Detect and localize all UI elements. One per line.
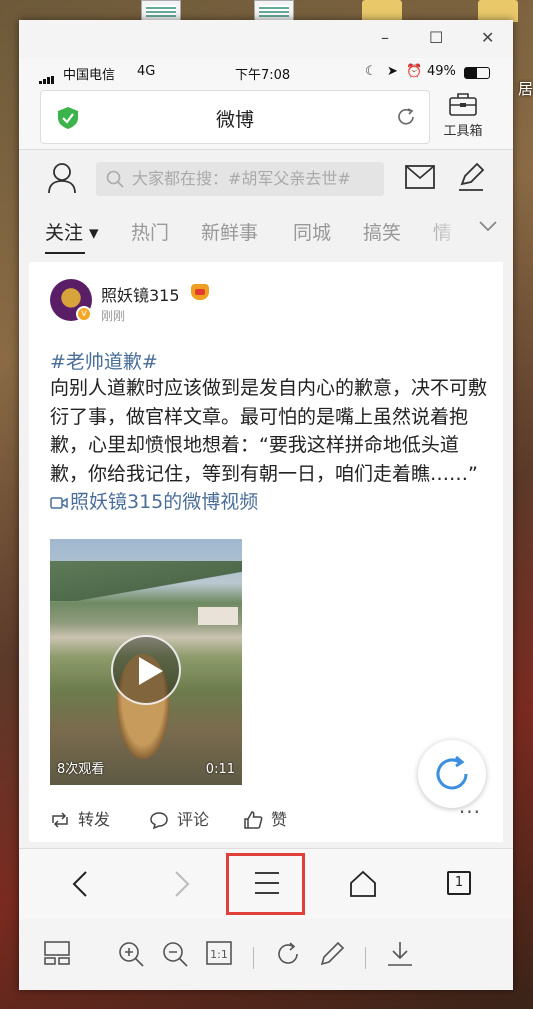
post-time: 刚刚 bbox=[101, 309, 126, 323]
user-icon[interactable] bbox=[47, 162, 77, 194]
browser-navbar: 1 bbox=[19, 848, 513, 919]
video-views: 8次观看 bbox=[57, 762, 105, 777]
signal-icon bbox=[39, 69, 57, 84]
tab-new[interactable]: 新鲜事 bbox=[201, 218, 258, 245]
tabs-button[interactable]: 1 bbox=[427, 849, 487, 919]
refresh-icon bbox=[436, 755, 468, 790]
verified-badge: v bbox=[76, 306, 92, 322]
tab-emotion[interactable]: 情 bbox=[433, 218, 452, 245]
minimize-button[interactable]: – bbox=[381, 28, 389, 47]
network-label: 4G bbox=[137, 64, 156, 79]
like-button[interactable]: 赞 bbox=[243, 806, 287, 830]
toolbox-icon bbox=[449, 93, 477, 116]
page-title: 微博 bbox=[215, 109, 254, 131]
feed-tabs: 关注 ▾ 热门 新鲜事 同城 搞笑 情 bbox=[19, 210, 513, 254]
post-username[interactable]: 照妖镜315 bbox=[101, 282, 180, 306]
close-button[interactable]: ✕ bbox=[481, 28, 494, 47]
video-thumbnail[interactable]: 8次观看 0:11 bbox=[50, 539, 242, 785]
menu-icon bbox=[255, 872, 279, 894]
post-text: 向别人道歉时应该做到是发自内心的歉意，决不可敷衍了事，做官样文章。最可怕的是嘴上… bbox=[50, 374, 488, 517]
post-actions: 转发 评论 赞 ··· bbox=[29, 800, 503, 842]
comment-label: 评论 bbox=[177, 810, 210, 829]
desktop-folder-icon[interactable] bbox=[478, 0, 518, 22]
chevron-right-icon bbox=[175, 871, 190, 897]
phone-emulator-window: – ☐ ✕ 中国电信 4G 下午7:08 ☾ ➤ ⏰ 49% 微博 工具箱 大家… bbox=[19, 20, 513, 990]
tab-funny[interactable]: 搞笑 bbox=[363, 218, 401, 245]
rotate-icon[interactable] bbox=[275, 941, 301, 967]
toolbox-button[interactable]: 工具箱 bbox=[437, 92, 489, 144]
home-button[interactable] bbox=[332, 849, 392, 919]
browser-toolbar: 微博 工具箱 bbox=[19, 88, 513, 150]
actual-size-icon[interactable]: 1:1 bbox=[206, 941, 232, 965]
desktop-spreadsheet-icon[interactable] bbox=[141, 0, 181, 22]
reload-icon[interactable] bbox=[395, 106, 417, 128]
toolbox-label: 工具箱 bbox=[443, 124, 483, 139]
comment-button[interactable]: 评论 bbox=[149, 806, 209, 830]
chevron-left-icon bbox=[72, 871, 87, 897]
post-body: 向别人道歉时应该做到是发自内心的歉意，决不可敷衍了事，做官样文章。最可怕的是嘴上… bbox=[50, 377, 488, 485]
window-toolbar: 1:1 bbox=[19, 919, 513, 990]
back-button[interactable] bbox=[53, 849, 113, 919]
thumbnail-mountain bbox=[50, 561, 242, 601]
video-link-label: 照妖镜315的微博视频 bbox=[70, 491, 259, 513]
like-label: 赞 bbox=[271, 810, 288, 829]
download-icon[interactable] bbox=[387, 941, 413, 967]
desktop-icon-label: 居 bbox=[517, 80, 533, 98]
desktop-spreadsheet-icon[interactable] bbox=[254, 0, 294, 22]
repost-icon bbox=[52, 812, 68, 828]
address-bar[interactable]: 微博 bbox=[40, 90, 430, 144]
home-icon bbox=[350, 870, 376, 897]
status-bar: 中国电信 4G 下午7:08 ☾ ➤ ⏰ 49% bbox=[19, 58, 513, 88]
battery-percent: 49% bbox=[427, 64, 456, 79]
mail-icon[interactable] bbox=[405, 165, 435, 189]
phone-screen: 中国电信 4G 下午7:08 ☾ ➤ ⏰ 49% 微博 工具箱 大家都在搜：#胡… bbox=[19, 58, 513, 919]
play-icon[interactable] bbox=[111, 635, 181, 705]
zoom-in-icon[interactable] bbox=[118, 941, 144, 967]
compose-icon[interactable] bbox=[457, 163, 485, 191]
status-time: 下午7:08 bbox=[235, 68, 291, 83]
video-link[interactable]: 照妖镜315的微博视频 bbox=[50, 491, 258, 513]
thumbnail-house bbox=[198, 607, 238, 625]
search-input[interactable]: 大家都在搜：#胡军父亲去世# bbox=[96, 162, 384, 196]
menu-button[interactable] bbox=[226, 853, 305, 915]
forward-button[interactable] bbox=[153, 849, 213, 919]
vip-crown-icon bbox=[191, 284, 209, 300]
battery-icon bbox=[464, 67, 490, 79]
tab-following[interactable]: 关注 ▾ bbox=[45, 218, 99, 254]
carrier-label: 中国电信 bbox=[63, 68, 116, 83]
video-duration: 0:11 bbox=[205, 762, 235, 777]
location-icon: ➤ bbox=[387, 64, 398, 79]
alarm-icon: ⏰ bbox=[406, 64, 423, 79]
maximize-button[interactable]: ☐ bbox=[429, 28, 443, 47]
window-titlebar: – ☐ ✕ bbox=[19, 20, 513, 58]
layout-icon[interactable] bbox=[44, 941, 70, 965]
zoom-out-icon[interactable] bbox=[162, 941, 188, 967]
tab-hot[interactable]: 热门 bbox=[131, 218, 169, 245]
repost-label: 转发 bbox=[78, 810, 111, 829]
moon-icon: ☾ bbox=[365, 64, 377, 79]
thumbs-up-icon bbox=[244, 811, 263, 829]
chevron-down-icon[interactable] bbox=[478, 220, 498, 232]
search-icon bbox=[106, 170, 124, 188]
toolbar-divider bbox=[365, 947, 366, 969]
refresh-button[interactable] bbox=[418, 740, 486, 808]
repost-button[interactable]: 转发 bbox=[50, 806, 110, 830]
tab-count: 1 bbox=[447, 871, 471, 895]
pen-icon[interactable] bbox=[319, 941, 345, 967]
toolbar-divider bbox=[253, 947, 254, 969]
video-camera-icon bbox=[50, 497, 68, 509]
search-placeholder: 大家都在搜：#胡军父亲去世# bbox=[132, 169, 351, 188]
post-topic-link[interactable]: #老帅道歉# bbox=[50, 347, 158, 374]
desktop-folder-icon[interactable] bbox=[362, 0, 402, 22]
weibo-header: 大家都在搜：#胡军父亲去世# bbox=[19, 150, 513, 210]
comment-icon bbox=[150, 812, 168, 830]
actual-size-label: 1:1 bbox=[210, 948, 228, 961]
tab-local[interactable]: 同城 bbox=[293, 218, 331, 245]
